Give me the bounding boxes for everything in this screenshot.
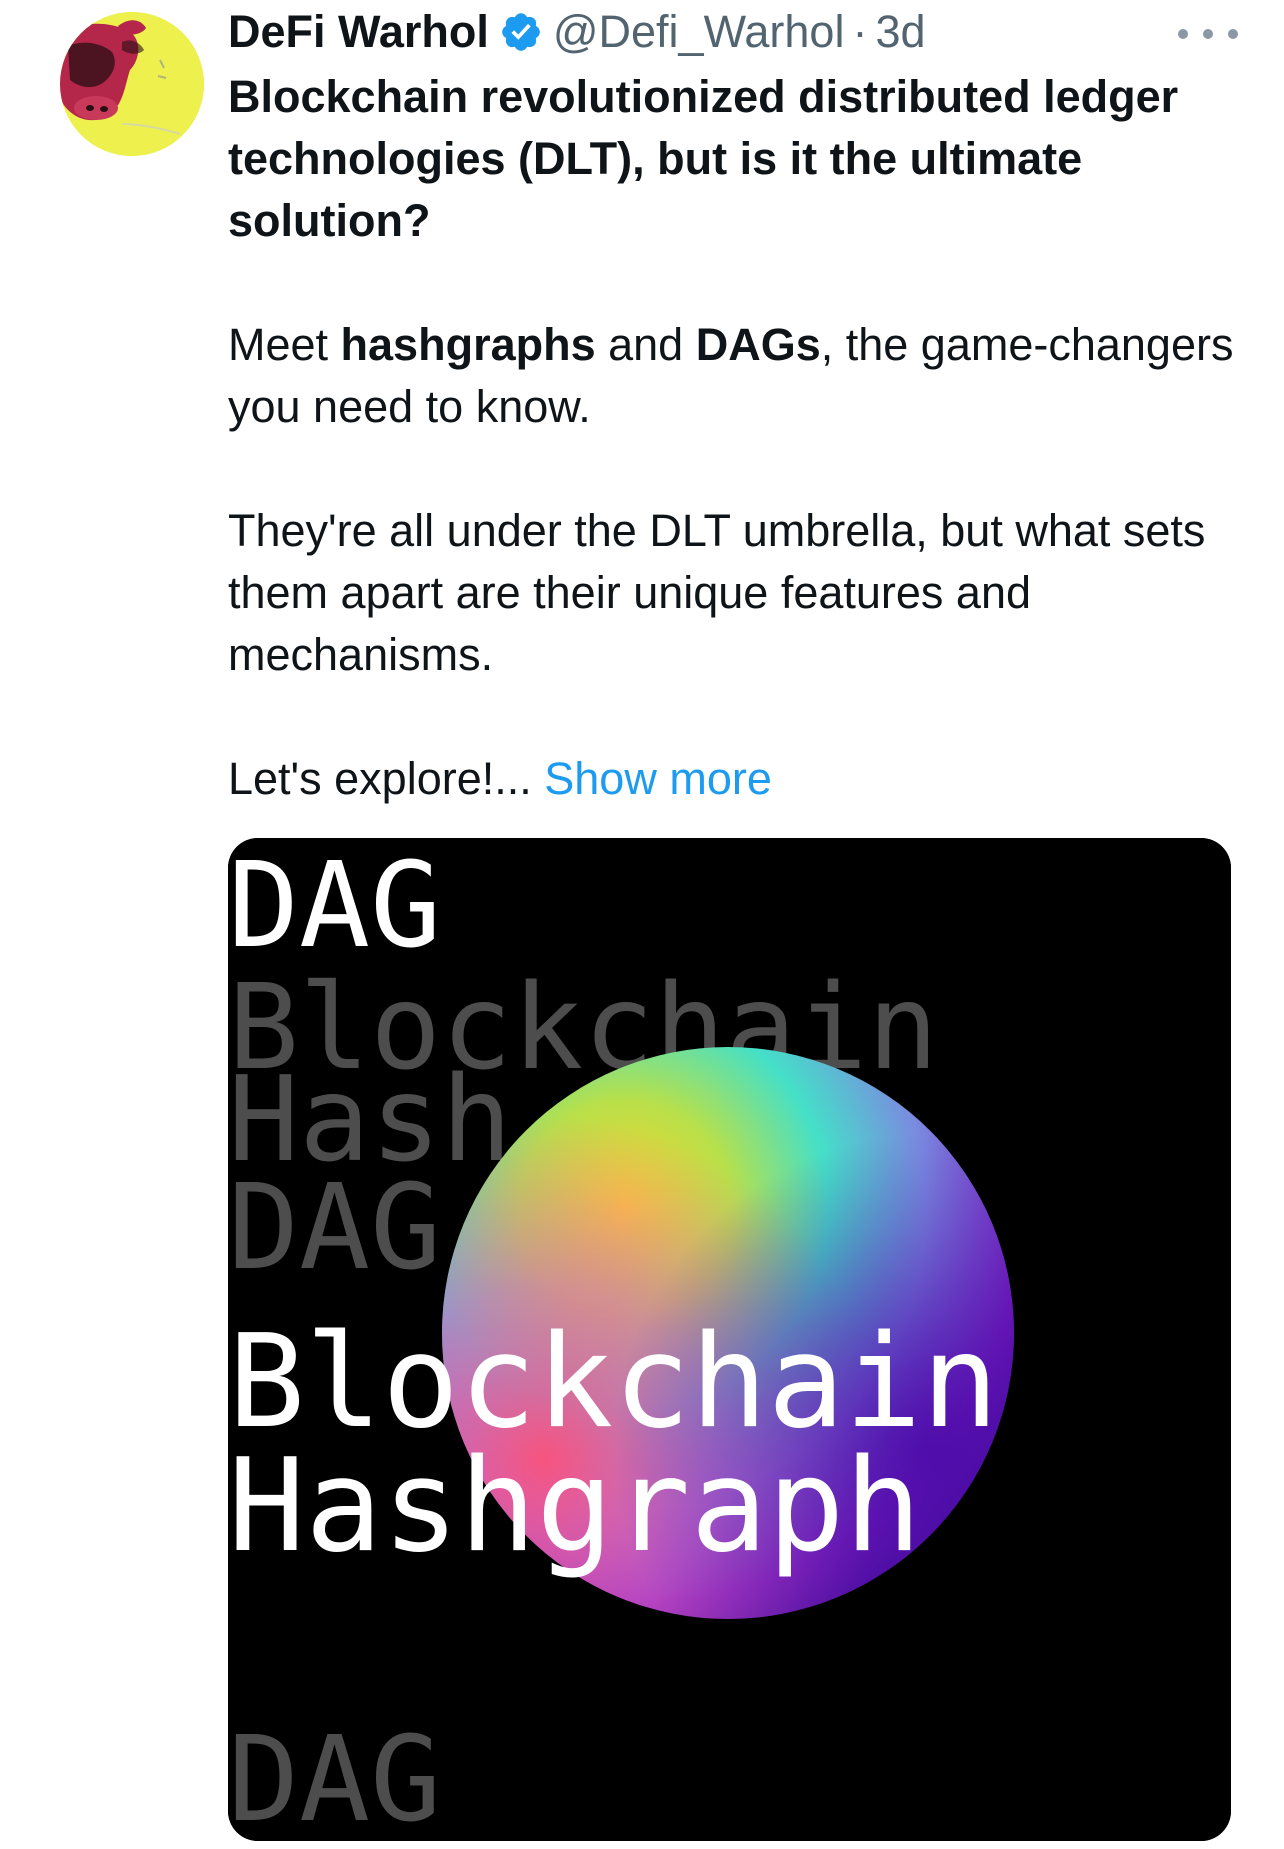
tweet-header: DeFi Warhol @Defi_Warhol · 3d <box>228 2 926 62</box>
more-dot <box>1178 29 1188 39</box>
dags-bold: DAGs <box>695 319 821 370</box>
tweet-paragraph-2: They're all under the DLT umbrella, but … <box>228 505 1206 680</box>
avatar-cow-image <box>60 12 204 156</box>
p1-text-b: and <box>595 319 696 370</box>
tweet-card[interactable]: DeFi Warhol @Defi_Warhol · 3d Blockchain… <box>0 0 1284 1849</box>
more-options-icon[interactable] <box>1178 14 1238 54</box>
more-dot <box>1203 29 1213 39</box>
avatar[interactable] <box>60 12 204 156</box>
more-dot <box>1228 29 1238 39</box>
tweet-media-image[interactable]: DAG Blockchain Hash DAG Blockchain Hashg… <box>228 838 1231 1841</box>
tweet-timestamp[interactable]: 3d <box>875 6 925 58</box>
tweet-paragraph-1: Meet hashgraphs and DAGs, the game-chang… <box>228 314 1238 438</box>
media-line-dag-dim: DAG <box>228 1158 441 1296</box>
media-line-dag-top: DAG <box>228 838 441 974</box>
header-separator: · <box>852 6 868 57</box>
author-handle[interactable]: @Defi_Warhol <box>553 6 845 58</box>
tweet-headline: Blockchain revolutionized distributed le… <box>228 71 1179 246</box>
verified-badge-icon <box>499 10 543 54</box>
p1-text-a: Meet <box>228 319 341 370</box>
tweet-text: Blockchain revolutionized distributed le… <box>228 66 1238 810</box>
media-line-dag-bottom: DAG <box>228 1710 441 1841</box>
media-line-hashgraph-bright: Hashgraph <box>228 1432 922 1581</box>
author-name[interactable]: DeFi Warhol <box>228 6 489 58</box>
lets-explore-text: Let's explore!... <box>228 753 532 804</box>
show-more-link[interactable]: Show more <box>544 753 772 804</box>
media-artwork: DAG Blockchain Hash DAG Blockchain Hashg… <box>228 838 1231 1841</box>
tweet-paragraph-3: Let's explore!... Show more <box>228 748 1238 810</box>
hashgraphs-bold: hashgraphs <box>340 319 596 370</box>
